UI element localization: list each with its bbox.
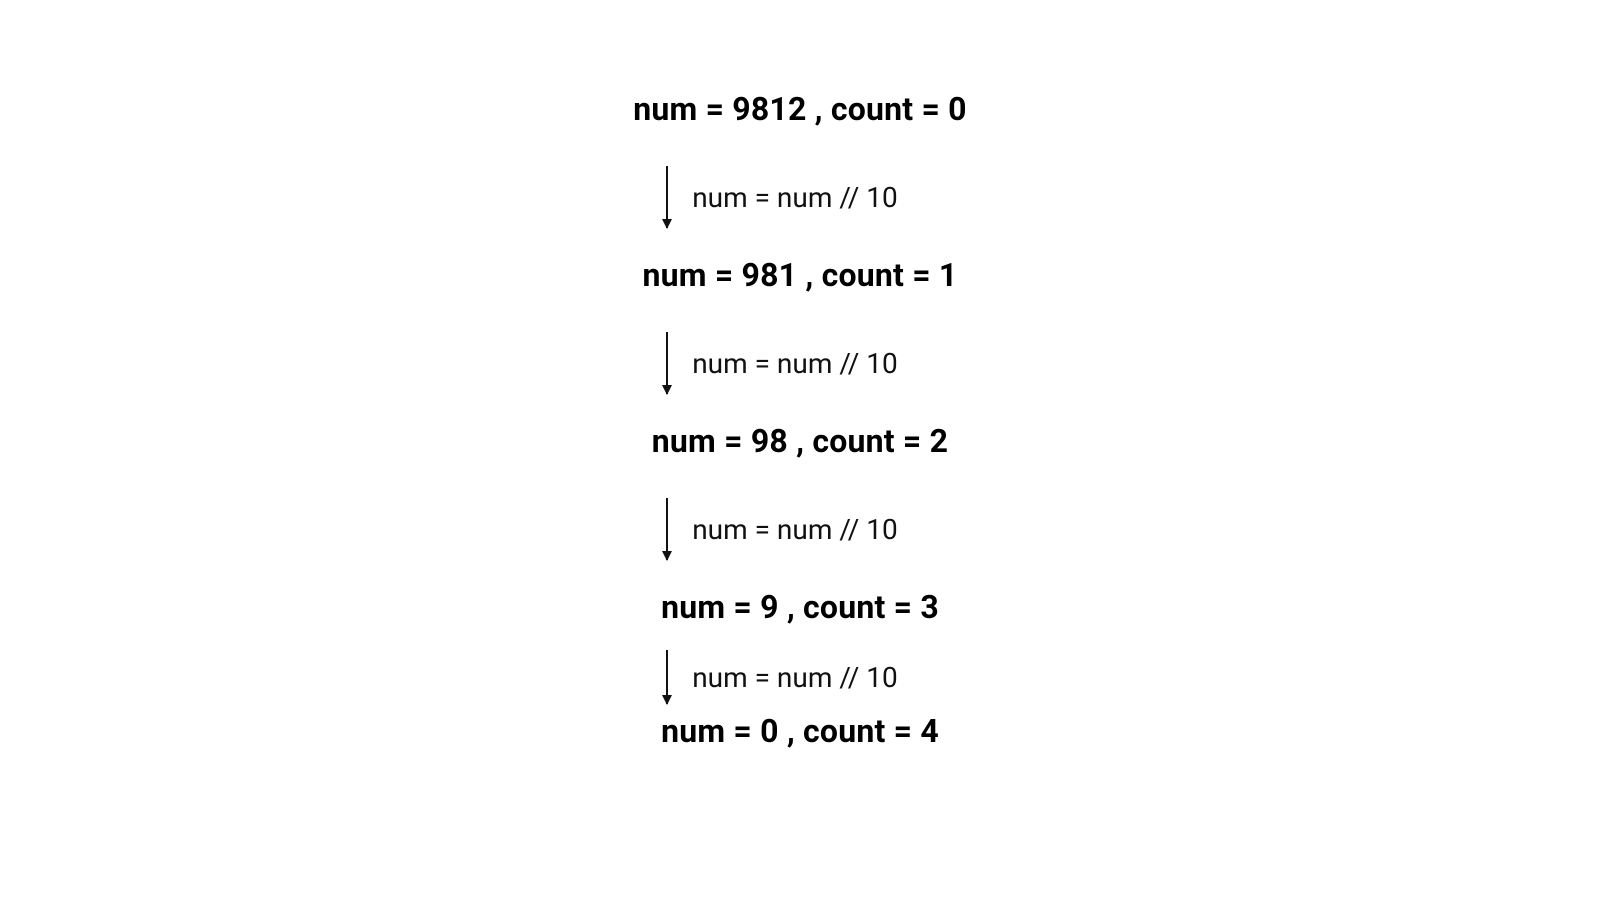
- state-3: num = 9 , count = 3: [661, 588, 939, 626]
- operation-label-0: num = num // 10: [692, 181, 898, 214]
- arrow-down-icon: [666, 332, 668, 394]
- operation-label-2: num = num // 10: [692, 513, 898, 546]
- operation-label-3: num = num // 10: [692, 661, 898, 694]
- state-1: num = 981 , count = 1: [643, 256, 958, 294]
- transition-0: num = num // 10: [684, 166, 916, 228]
- state-2: num = 98 , count = 2: [652, 422, 948, 460]
- digit-count-flow-diagram: num = 9812 , count = 0 num = num // 10 n…: [0, 0, 1600, 900]
- arrow-down-icon: [666, 498, 668, 560]
- state-0: num = 9812 , count = 0: [633, 90, 967, 128]
- transition-3: num = num // 10: [684, 650, 916, 704]
- arrow-down-icon: [666, 166, 668, 228]
- transition-2: num = num // 10: [684, 498, 916, 560]
- transition-1: num = num // 10: [684, 332, 916, 394]
- state-4: num = 0 , count = 4: [661, 712, 939, 750]
- arrow-down-icon: [666, 650, 668, 704]
- operation-label-1: num = num // 10: [692, 347, 898, 380]
